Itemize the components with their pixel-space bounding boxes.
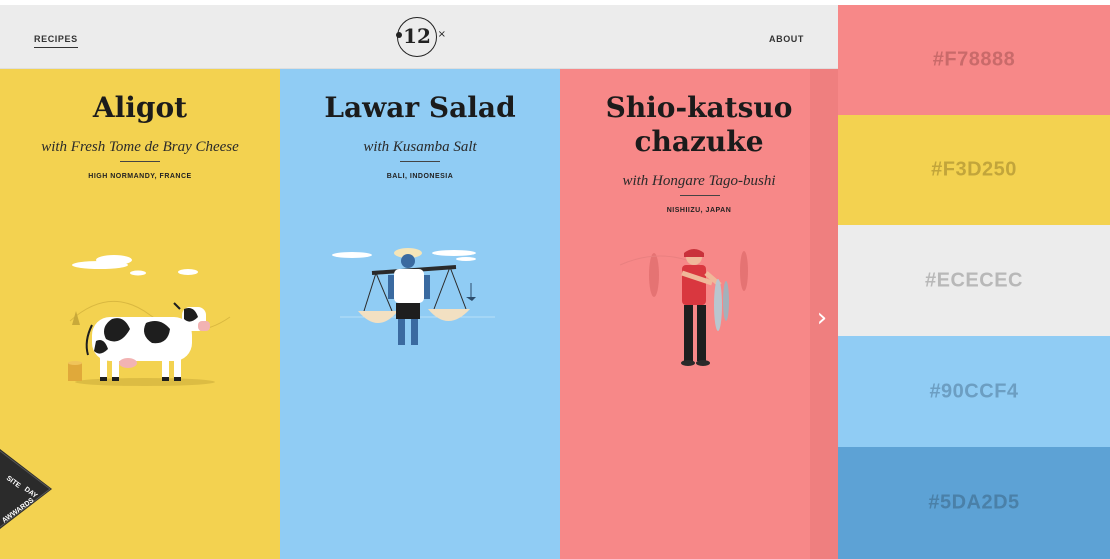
recipe-title: Aligot <box>92 91 188 124</box>
cow-illustration <box>68 255 231 386</box>
recipe-location: BALI, INDONESIA <box>386 173 454 180</box>
recipe-subtitle: with Kusamba Salt <box>363 139 477 155</box>
chevron-right-icon[interactable]: › <box>813 301 831 335</box>
swatch-hex-label: #90CCF4 <box>929 380 1019 402</box>
color-palette: #F78888 #F3D250 #ECECEC #90CCF4 #5DA2D5 <box>838 5 1110 559</box>
swatch-1[interactable]: #F78888 <box>838 5 1110 115</box>
swatch-hex-label: #F3D250 <box>931 158 1017 181</box>
swatch-hex-label: #ECECEC <box>925 269 1023 291</box>
swatch-4[interactable]: #90CCF4 <box>838 336 1110 447</box>
divider <box>120 161 160 162</box>
site-header: RECIPES 12 × ABOUT <box>0 5 838 69</box>
recipe-title-line-1: Shio-katsuo <box>605 91 793 124</box>
recipe-subtitle: with Fresh Tome de Bray Cheese <box>41 139 239 155</box>
recipe-location: HIGH NORMANDY, FRANCE <box>88 173 192 180</box>
site-logo[interactable]: 12 × <box>396 17 446 57</box>
swatch-hex-label: #5DA2D5 <box>928 491 1020 514</box>
swatch-5[interactable]: #5DA2D5 <box>838 447 1110 559</box>
fisherman-illustration <box>619 249 748 366</box>
nav-about-link[interactable]: ABOUT <box>769 34 804 44</box>
swatch-2[interactable]: #F3D250 <box>838 115 1110 225</box>
swatch-3[interactable]: #ECECEC <box>838 225 1110 336</box>
logo-number: 12 <box>403 24 431 48</box>
recipe-title-line-2: chazuke <box>634 125 764 158</box>
salt-carrier-illustration <box>332 248 495 345</box>
recipe-subtitle: with Hongare Tago-bushi <box>622 173 776 189</box>
divider <box>680 195 720 196</box>
awwards-site-of-the-day-badge[interactable]: SITE DAY AWWARDS <box>0 439 60 549</box>
divider <box>400 161 440 162</box>
recipe-title: Lawar Salad <box>324 91 516 124</box>
recipe-website: RECIPES 12 × ABOUT Aligot with Fresh Tom… <box>0 5 838 559</box>
swatch-hex-label: #F78888 <box>932 48 1016 71</box>
logo-times-icon: × <box>437 29 446 40</box>
recipe-card-lawar-salad[interactable]: Lawar Salad with Kusamba Salt BALI, INDO… <box>280 69 560 559</box>
nav-recipes-link[interactable]: RECIPES <box>34 34 78 48</box>
recipe-card-shio-katsuo-chazuke[interactable]: Shio-katsuo chazuke with Hongare Tago-bu… <box>560 69 838 559</box>
logo-dot-icon <box>396 32 402 38</box>
recipe-location: NISHIIZU, JAPAN <box>666 207 732 214</box>
